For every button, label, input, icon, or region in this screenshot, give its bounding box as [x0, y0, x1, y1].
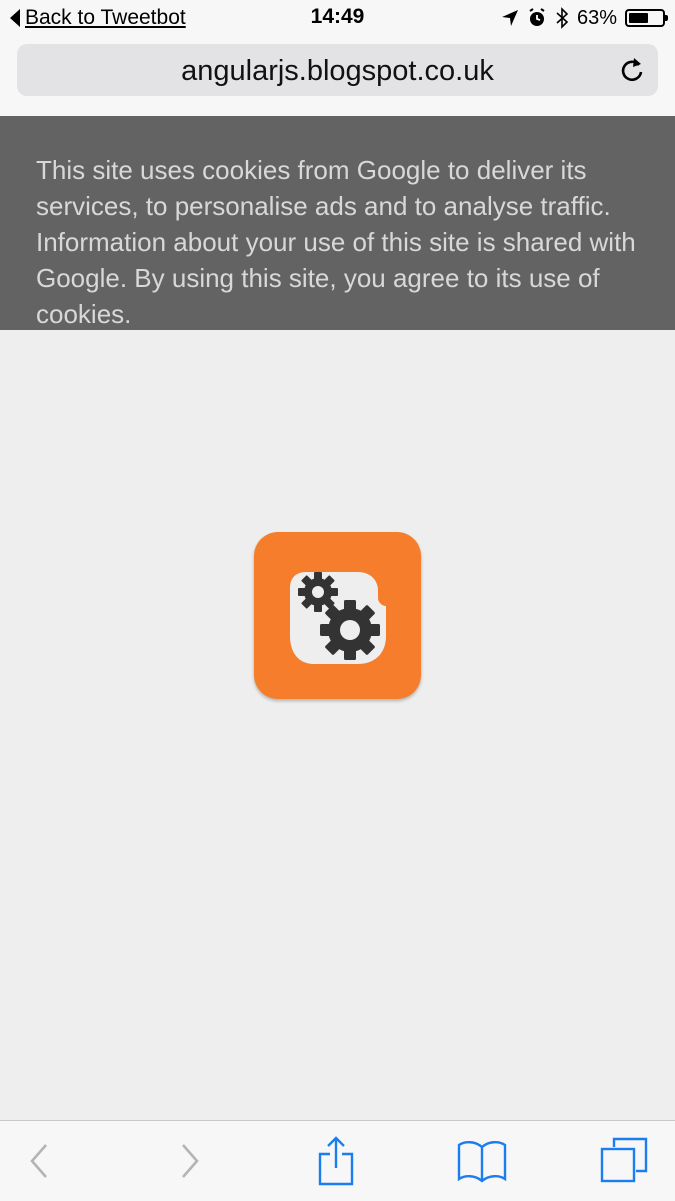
bookmarks-icon [457, 1141, 507, 1183]
battery-nub [665, 15, 668, 21]
share-button[interactable] [311, 1121, 361, 1201]
address-bar-area: angularjs.blogspot.co.uk [0, 36, 675, 117]
share-icon [318, 1136, 354, 1186]
back-to-app-link[interactable]: Back to Tweetbot [10, 5, 186, 31]
bookmarks-button[interactable] [455, 1121, 509, 1201]
tabs-button[interactable] [598, 1121, 650, 1201]
battery-icon [625, 9, 668, 27]
alarm-icon [529, 8, 545, 26]
status-bar: Back to Tweetbot 14:49 63% [0, 0, 675, 36]
forward-icon [182, 1144, 199, 1178]
location-arrow-icon [501, 10, 518, 26]
blogger-gears-logo [290, 572, 386, 664]
blogger-logo [254, 532, 421, 699]
cookie-notice-banner: This site uses cookies from Google to de… [0, 116, 675, 330]
status-icons: 63% [501, 5, 668, 31]
back-icon [30, 1144, 47, 1178]
battery-percentage: 63% [576, 6, 617, 29]
address-bar[interactable]: angularjs.blogspot.co.uk [17, 44, 658, 96]
reload-icon[interactable] [618, 56, 646, 84]
large-gear-icon [320, 600, 380, 660]
url-text[interactable]: angularjs.blogspot.co.uk [17, 55, 658, 88]
tabs-icon [600, 1137, 648, 1183]
battery-level-fill [629, 13, 648, 23]
back-arrow-icon [10, 9, 20, 27]
bluetooth-icon [556, 7, 569, 29]
back-to-app-label: Back to Tweetbot [25, 6, 186, 29]
browser-toolbar [0, 1120, 675, 1201]
forward-button[interactable] [165, 1121, 215, 1201]
back-button[interactable] [14, 1121, 64, 1201]
cookie-notice-text: This site uses cookies from Google to de… [36, 155, 636, 329]
